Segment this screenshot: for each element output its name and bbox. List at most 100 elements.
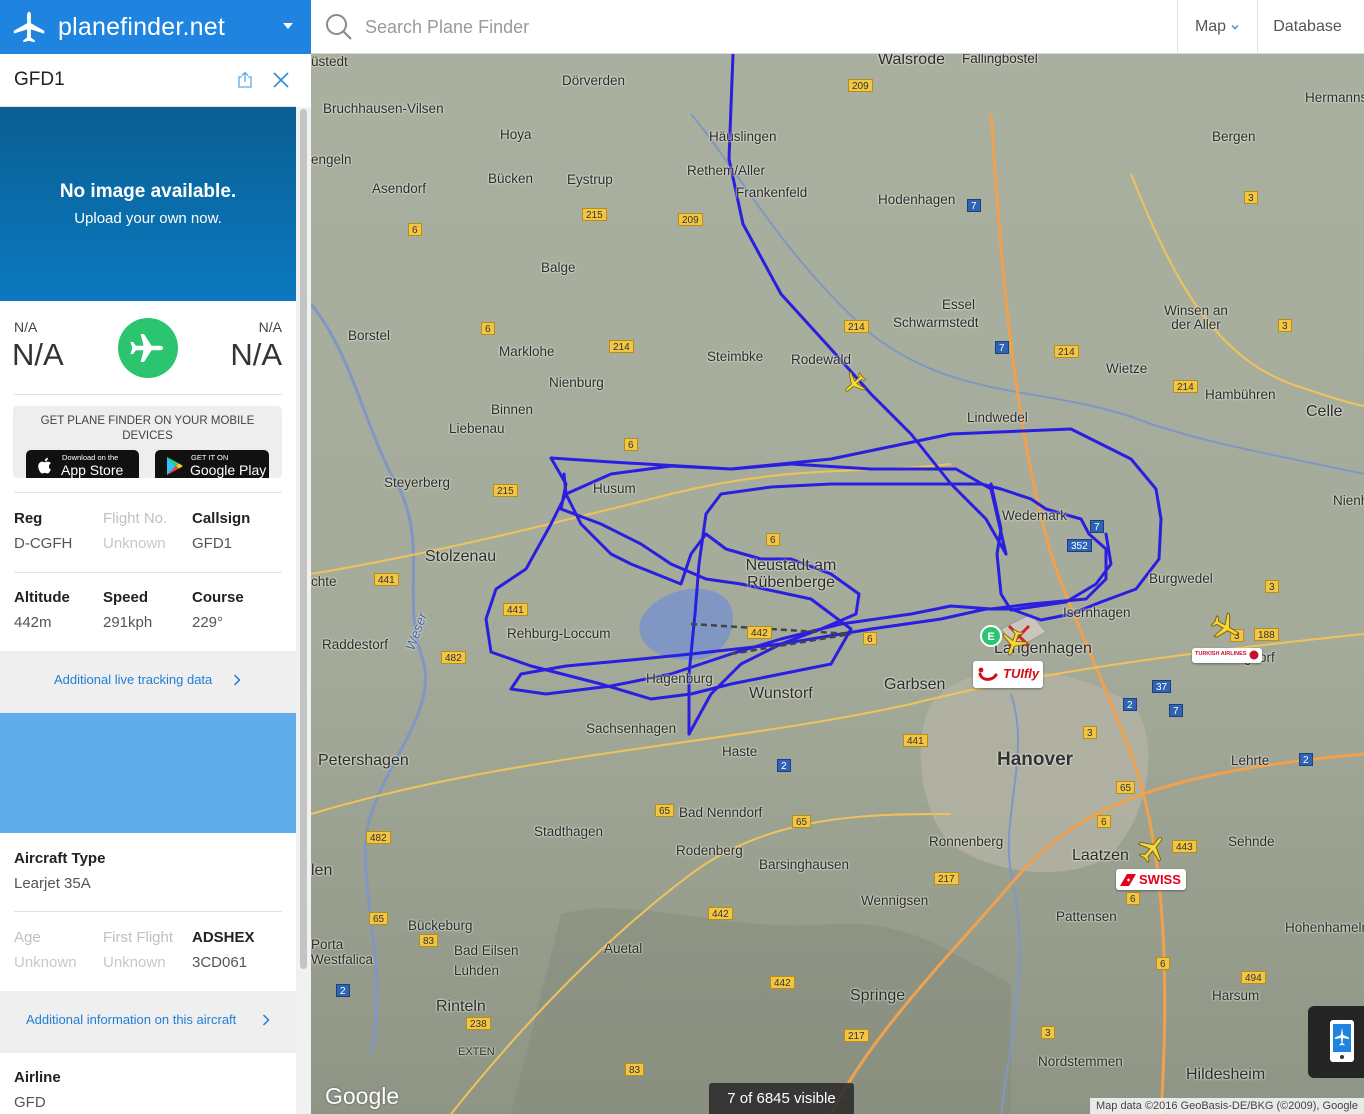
airline-label: Airline	[14, 1069, 61, 1086]
chevron-down-icon[interactable]	[281, 19, 295, 33]
aircraft-icon[interactable]	[1208, 610, 1242, 644]
appstore-big: App Store	[61, 462, 124, 478]
map-place-label: chte	[311, 574, 337, 589]
map-place-label: Rehburg-Loccum	[507, 626, 611, 641]
road-shield: 214	[1173, 380, 1198, 393]
map-place-label: Stolzenau	[425, 548, 497, 565]
chevron-right-icon	[233, 674, 241, 686]
map-place-label: Hodenhagen	[878, 192, 956, 207]
flight-sidebar: planefinder.net GFD1 No image available.…	[0, 0, 311, 1114]
airline-tag-turkish[interactable]: TURKISH AIRLINES	[1192, 648, 1262, 663]
road-shield: 214	[844, 320, 869, 333]
road-shield: 214	[609, 340, 634, 353]
sidebar-scrollbar[interactable]	[296, 107, 311, 1114]
airplane-icon	[130, 334, 163, 362]
destination-name: N/A	[230, 337, 282, 372]
search-input[interactable]	[365, 12, 965, 42]
live-tracking-link-row[interactable]: Additional live tracking data	[0, 651, 296, 713]
map-menu-button[interactable]: Map	[1177, 0, 1257, 54]
aircraft-icon[interactable]	[998, 626, 1030, 658]
map-place-label: Dörverden	[562, 73, 626, 88]
ad-banner[interactable]	[0, 713, 296, 833]
aircraft-info-link[interactable]: Additional information on this aircraft	[26, 1012, 236, 1027]
first-flight-label: First Flight	[103, 929, 174, 946]
map-place-label: Barsinghausen	[759, 857, 850, 872]
map-place-label: Eystrup	[567, 172, 613, 187]
divider	[14, 394, 282, 395]
course-value: 229°	[192, 614, 224, 631]
map-place-label: Binnen	[491, 402, 534, 417]
map-place-label: Bruchhausen-Vilsen	[323, 101, 444, 116]
road-shield: 482	[441, 651, 466, 664]
map-place-label: Walsrode	[878, 54, 945, 68]
map-place-label: Häuslingen	[709, 129, 777, 144]
road-shield: 442	[747, 626, 772, 639]
map-place-label: Wietze	[1106, 361, 1148, 376]
live-tracking-link[interactable]: Additional live tracking data	[54, 672, 212, 687]
callsign-label: Callsign	[192, 510, 251, 527]
map-place-label: Fallingbostel	[962, 54, 1038, 66]
appstore-small: Download on the	[62, 453, 119, 462]
app-store-button[interactable]: Download on the App Store	[26, 450, 139, 478]
map-place-label: Pattensen	[1056, 909, 1117, 924]
airline-tag-tuifly[interactable]: TUIfly	[973, 661, 1043, 688]
map-place-label: Bückeburg	[408, 918, 473, 933]
map-place-label: Marklohe	[499, 344, 555, 359]
tui-logo-icon	[978, 667, 998, 681]
flight-id: GFD1	[14, 69, 65, 90]
map-place-label: Nordstemmen	[1038, 1054, 1123, 1069]
road-shield: 65	[655, 804, 675, 817]
map-place-label: Bad Nenndorf	[679, 805, 763, 820]
google-play-button[interactable]: GET IT ON Google Play	[155, 450, 269, 478]
map-place-label: Balge	[541, 260, 576, 275]
road-shield: 6	[1097, 815, 1111, 828]
search-icon[interactable]	[325, 13, 353, 41]
road-shield: 443	[1172, 840, 1197, 853]
road-shield: 6	[1126, 892, 1140, 905]
road-shield: 65	[369, 912, 389, 925]
road-shield: 441	[374, 573, 399, 586]
road-shield: 215	[582, 208, 607, 221]
speed-value: 291kph	[103, 614, 153, 631]
map-place-label: Hanover	[997, 749, 1074, 770]
aircraft-photo-placeholder[interactable]: No image available. Upload your own now.	[0, 107, 296, 301]
brand-name: planefinder.net	[58, 12, 226, 41]
aircraft-icon[interactable]	[1135, 832, 1169, 866]
map-place-label: Schwarmstedt	[893, 315, 979, 330]
road-shield: 217	[934, 872, 959, 885]
brand-bar[interactable]: planefinder.net	[0, 0, 311, 54]
close-icon[interactable]	[272, 71, 290, 89]
database-menu-button[interactable]: Database	[1257, 0, 1357, 54]
road-shield: 442	[770, 976, 795, 989]
route-summary: N/A N/A N/A N/A	[0, 301, 296, 405]
googleplay-big: Google Play	[190, 462, 267, 478]
flight-details-scroll[interactable]: No image available. Upload your own now.…	[0, 107, 296, 1114]
mobile-app-widget[interactable]	[1308, 1006, 1364, 1078]
tracked-aircraft-icon[interactable]	[841, 369, 869, 397]
flight-number-value: Unknown	[103, 535, 166, 552]
map-place-label: Porta Westfalica	[311, 937, 374, 967]
motorway-shield: 2	[336, 984, 350, 997]
google-logo[interactable]: Google	[325, 1083, 399, 1110]
map-canvas[interactable]: üstedt Walsrode Fallingbostel Dörverden …	[311, 54, 1364, 1114]
origin-name: N/A	[12, 337, 64, 372]
road-shield: 3	[1265, 580, 1279, 593]
aircraft-type-value: Learjet 35A	[14, 875, 91, 892]
google-play-icon	[167, 457, 183, 475]
map-place-label: Essel	[942, 297, 976, 312]
airline-value: GFD	[14, 1094, 46, 1111]
scrollbar-thumb[interactable]	[300, 109, 307, 969]
map-place-label: Hoya	[500, 127, 532, 142]
app-root: planefinder.net GFD1 No image available.…	[0, 0, 1364, 1114]
no-image-title: No image available.	[59, 181, 237, 202]
callsign-value: GFD1	[192, 535, 233, 552]
map-place-label: Rethem/Aller	[687, 163, 766, 178]
app-promo-box: GET PLANE FINDER ON YOUR MOBILE DEVICES …	[13, 406, 282, 478]
map-place-label: Haste	[722, 744, 758, 759]
map-place-label: Rodewald	[791, 352, 852, 367]
share-icon[interactable]	[236, 71, 254, 89]
airline-tag-swiss[interactable]: SWISS	[1116, 869, 1186, 890]
aircraft-info-link-row[interactable]: Additional information on this aircraft	[0, 991, 296, 1053]
map-place-label: Celle	[1306, 403, 1343, 420]
map-attribution[interactable]: Map data ©2016 GeoBasis-DE/BKG (©2009), …	[1089, 1098, 1364, 1114]
